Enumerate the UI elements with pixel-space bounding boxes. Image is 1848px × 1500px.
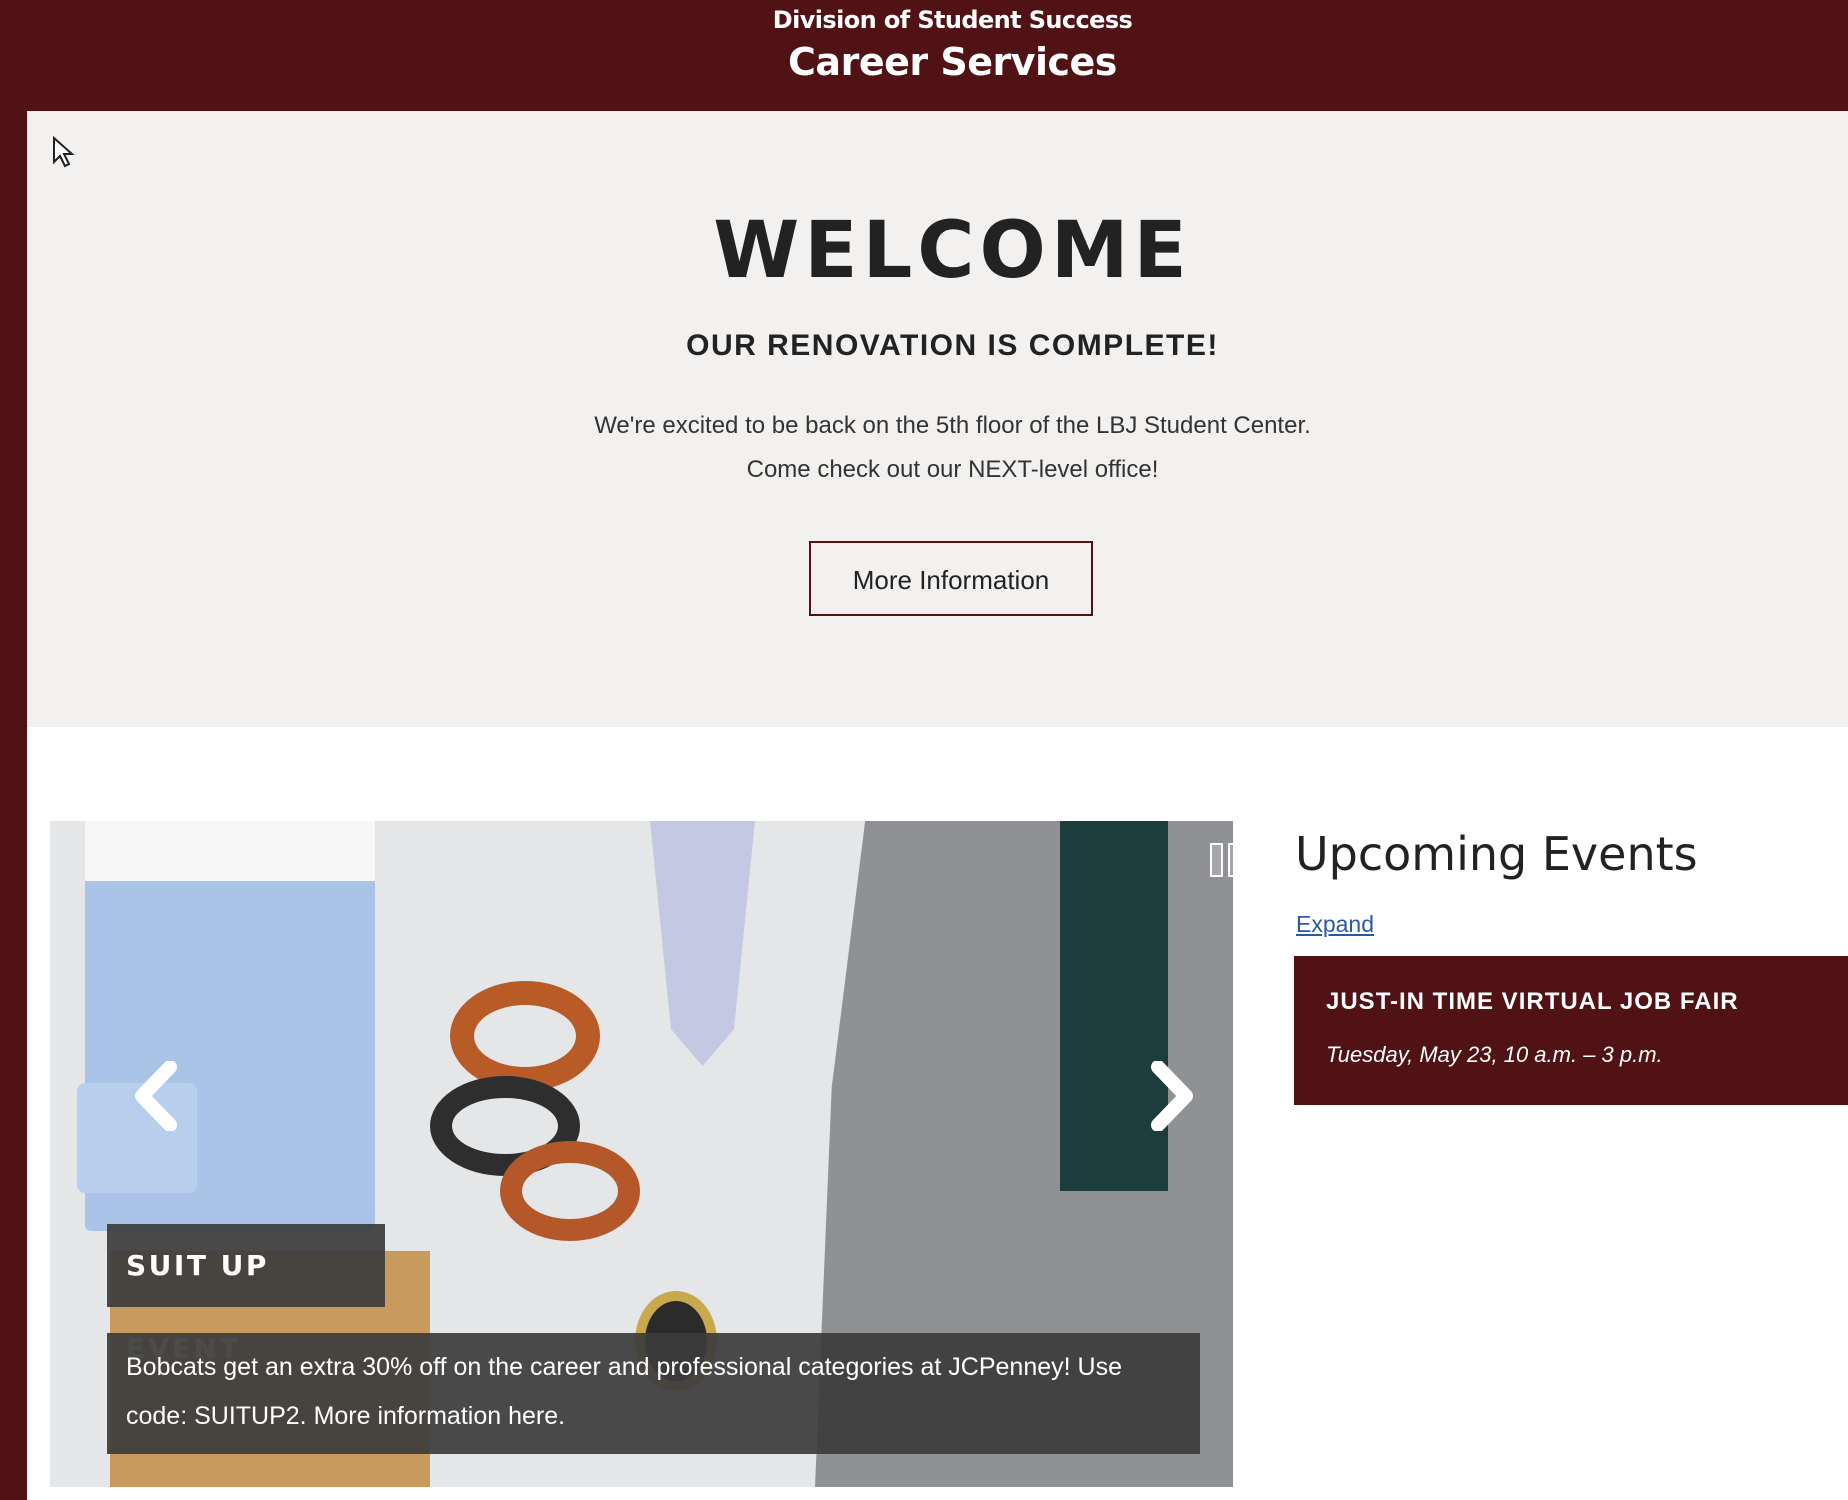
slide-shirt-collar [85, 821, 375, 881]
pause-icon[interactable] [1210, 843, 1233, 879]
more-information-button[interactable]: More Information [809, 541, 1093, 616]
event-name: JUST-IN TIME VIRTUAL JOB FAIR [1326, 988, 1739, 1015]
slide-caption-text[interactable]: Bobcats get an extra 30% off on the care… [107, 1333, 1200, 1454]
upcoming-events-title: Upcoming Events [1295, 827, 1698, 881]
hero-line-1: We're excited to be back on the 5th floo… [594, 412, 1311, 439]
pause-bar [1228, 843, 1233, 877]
hero-title: WELCOME [713, 206, 1192, 296]
hero-description: We're excited to be back on the 5th floo… [27, 404, 1848, 492]
event-card[interactable]: JUST-IN TIME VIRTUAL JOB FAIR Tuesday, M… [1294, 956, 1848, 1105]
carousel-slide[interactable]: SUIT UP EVENT Bobcats get an extra 30% o… [50, 821, 1233, 1487]
chevron-left-icon[interactable] [132, 1061, 178, 1131]
site-header: Division of Student Success Career Servi… [0, 0, 1848, 111]
expand-link[interactable]: Expand [1296, 911, 1374, 938]
unit-name[interactable]: Career Services [0, 40, 1848, 84]
slide-caption-title: SUIT UP EVENT [107, 1224, 385, 1365]
pause-bar [1210, 843, 1223, 877]
chevron-right-icon[interactable] [1150, 1061, 1196, 1131]
slide-belt-image [450, 981, 600, 1091]
hero-line-2: Come check out our NEXT-level office! [746, 456, 1159, 483]
welcome-hero: WELCOME OUR RENOVATION IS COMPLETE! We'r… [27, 111, 1848, 727]
slide-jacket-lining [1060, 821, 1168, 1191]
slide-belt-image [500, 1141, 640, 1241]
division-name[interactable]: Division of Student Success [0, 6, 1848, 34]
page-content: WELCOME OUR RENOVATION IS COMPLETE! We'r… [27, 111, 1848, 1500]
slide-tie-image [650, 821, 755, 1066]
hero-subtitle: OUR RENOVATION IS COMPLETE! [686, 329, 1219, 362]
mouse-cursor-icon [53, 136, 75, 168]
event-time: Tuesday, May 23, 10 a.m. – 3 p.m. [1326, 1042, 1663, 1067]
